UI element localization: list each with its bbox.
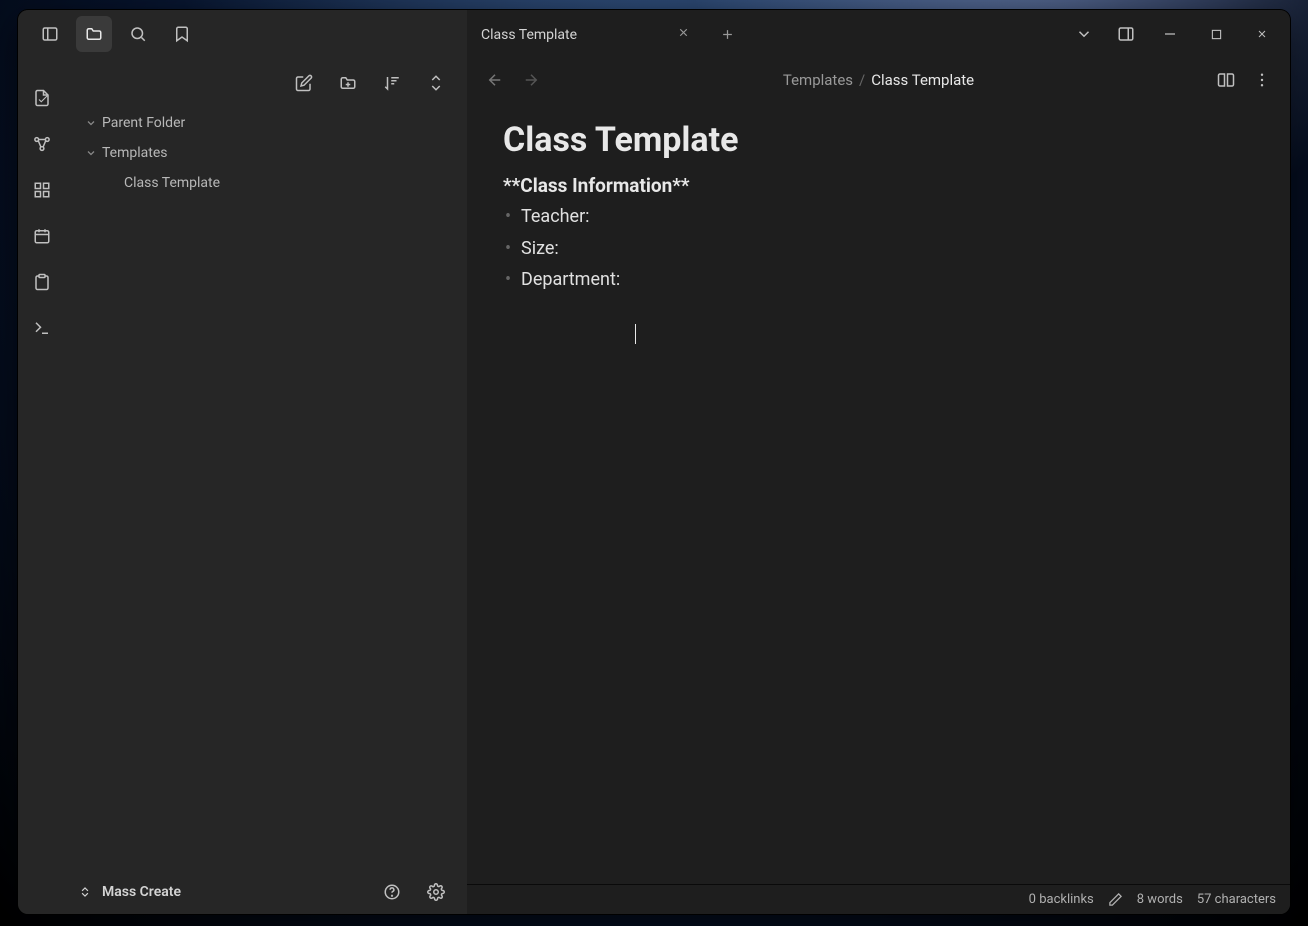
app-window: Class Template (18, 10, 1290, 914)
daily-note-icon[interactable] (24, 218, 60, 254)
maximize-button[interactable] (1194, 14, 1238, 54)
status-chars[interactable]: 57 characters (1197, 892, 1276, 907)
tab-title: Class Template (481, 27, 577, 43)
help-icon[interactable] (377, 877, 407, 907)
titlebar-drag-region[interactable] (747, 10, 1064, 58)
titlebar-left (18, 10, 467, 58)
breadcrumb-parent[interactable]: Templates (783, 71, 853, 89)
tab-dropdown-icon[interactable] (1068, 16, 1100, 52)
sort-icon[interactable] (375, 66, 409, 100)
vault-switcher[interactable]: Mass Create (78, 884, 181, 900)
sidebar-actions (66, 58, 467, 108)
text-cursor (635, 324, 636, 344)
window-close-button[interactable] (1240, 14, 1284, 54)
bookmark-icon[interactable] (164, 16, 200, 52)
new-note-icon[interactable] (287, 66, 321, 100)
tree-folder-templates[interactable]: Templates (76, 138, 457, 168)
new-folder-icon[interactable] (331, 66, 365, 100)
tab-class-template[interactable]: Class Template (467, 10, 707, 58)
status-backlinks[interactable]: 0 backlinks (1029, 892, 1094, 907)
chevron-down-icon (84, 147, 98, 159)
tree-folder-parent[interactable]: Parent Folder (76, 108, 457, 138)
canvas-icon[interactable] (24, 172, 60, 208)
breadcrumb-sep: / (859, 71, 865, 89)
more-options-icon[interactable] (1246, 64, 1278, 96)
breadcrumb-current[interactable]: Class Template (871, 71, 974, 89)
app-body: Parent Folder Templates Class Template M… (18, 58, 1290, 914)
titlebar-right (1064, 10, 1290, 58)
reading-view-icon[interactable] (1210, 64, 1242, 96)
tree-label: Class Template (124, 175, 220, 191)
vault-name: Mass Create (102, 884, 181, 900)
settings-icon[interactable] (421, 877, 451, 907)
close-icon[interactable] (674, 23, 693, 46)
status-bar: 0 backlinks 8 words 57 characters (467, 884, 1290, 914)
files-tab-icon[interactable] (76, 16, 112, 52)
templates-icon[interactable] (24, 264, 60, 300)
edit-mode-icon[interactable] (1108, 892, 1123, 907)
right-panel-toggle-icon[interactable] (1110, 16, 1142, 52)
main-toolbar: Templates / Class Template (467, 58, 1290, 102)
nav-back-icon[interactable] (479, 64, 511, 96)
sidebar-footer: Mass Create (66, 870, 467, 914)
search-icon[interactable] (120, 16, 156, 52)
tree-label: Parent Folder (102, 115, 185, 131)
editor[interactable]: Class Template **Class Information** Tea… (467, 102, 1290, 884)
sidebar: Parent Folder Templates Class Template M… (66, 58, 467, 914)
chevron-down-icon (84, 117, 98, 129)
left-panel-toggle-icon[interactable] (32, 16, 68, 52)
tab-bar: Class Template (467, 10, 1290, 58)
collapse-icon[interactable] (419, 66, 453, 100)
list-item[interactable]: Teacher: (521, 201, 1254, 233)
tree-file-class-template[interactable]: Class Template (76, 168, 457, 198)
file-tree[interactable]: Parent Folder Templates Class Template (66, 108, 467, 870)
tree-label: Templates (102, 145, 168, 161)
minimize-button[interactable] (1148, 14, 1192, 54)
titlebar: Class Template (18, 10, 1290, 58)
note-title[interactable]: Class Template (503, 120, 1254, 160)
quick-switcher-icon[interactable] (24, 80, 60, 116)
graph-view-icon[interactable] (24, 126, 60, 162)
main-pane: Templates / Class Template Class Templat… (467, 58, 1290, 914)
ribbon (18, 58, 66, 914)
nav-forward-icon[interactable] (515, 64, 547, 96)
list-item[interactable]: Size: (521, 233, 1254, 265)
breadcrumb: Templates / Class Template (551, 71, 1206, 89)
info-header[interactable]: **Class Information** (503, 174, 1254, 197)
command-palette-icon[interactable] (24, 310, 60, 346)
status-words[interactable]: 8 words (1137, 892, 1183, 907)
list-item[interactable]: Department: (521, 264, 1254, 296)
new-tab-button[interactable] (707, 10, 747, 58)
bullet-list[interactable]: Teacher: Size: Department: (503, 201, 1254, 296)
